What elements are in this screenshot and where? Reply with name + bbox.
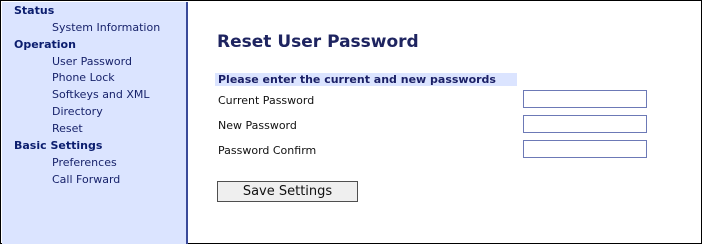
sidebar-item-softkeys-xml[interactable]: Softkeys and XML (52, 88, 150, 101)
password-confirm-field[interactable] (523, 140, 647, 158)
password-confirm-label: Password Confirm (218, 144, 317, 157)
sidebar-heading-status: Status (14, 4, 55, 17)
page-title: Reset User Password (217, 32, 419, 52)
main-frame: Status System Information Operation User… (0, 0, 702, 244)
save-settings-button[interactable]: Save Settings (217, 181, 358, 202)
sidebar-item-system-information[interactable]: System Information (52, 21, 160, 34)
sidebar-heading-basic-settings: Basic Settings (14, 139, 103, 152)
current-password-field[interactable] (523, 90, 647, 108)
current-password-label: Current Password (218, 94, 315, 107)
sidebar-item-directory[interactable]: Directory (52, 105, 103, 118)
sidebar-item-preferences[interactable]: Preferences (52, 156, 117, 169)
sidebar-heading-operation: Operation (14, 38, 76, 51)
sidebar-item-call-forward[interactable]: Call Forward (52, 173, 120, 186)
sidebar-item-reset[interactable]: Reset (52, 122, 83, 135)
sidebar-item-user-password[interactable]: User Password (52, 55, 132, 68)
new-password-field[interactable] (523, 115, 647, 133)
instructions-text: Please enter the current and new passwor… (218, 73, 496, 86)
new-password-label: New Password (218, 119, 297, 132)
sidebar: Status System Information Operation User… (2, 2, 188, 244)
sidebar-item-phone-lock[interactable]: Phone Lock (52, 71, 115, 84)
